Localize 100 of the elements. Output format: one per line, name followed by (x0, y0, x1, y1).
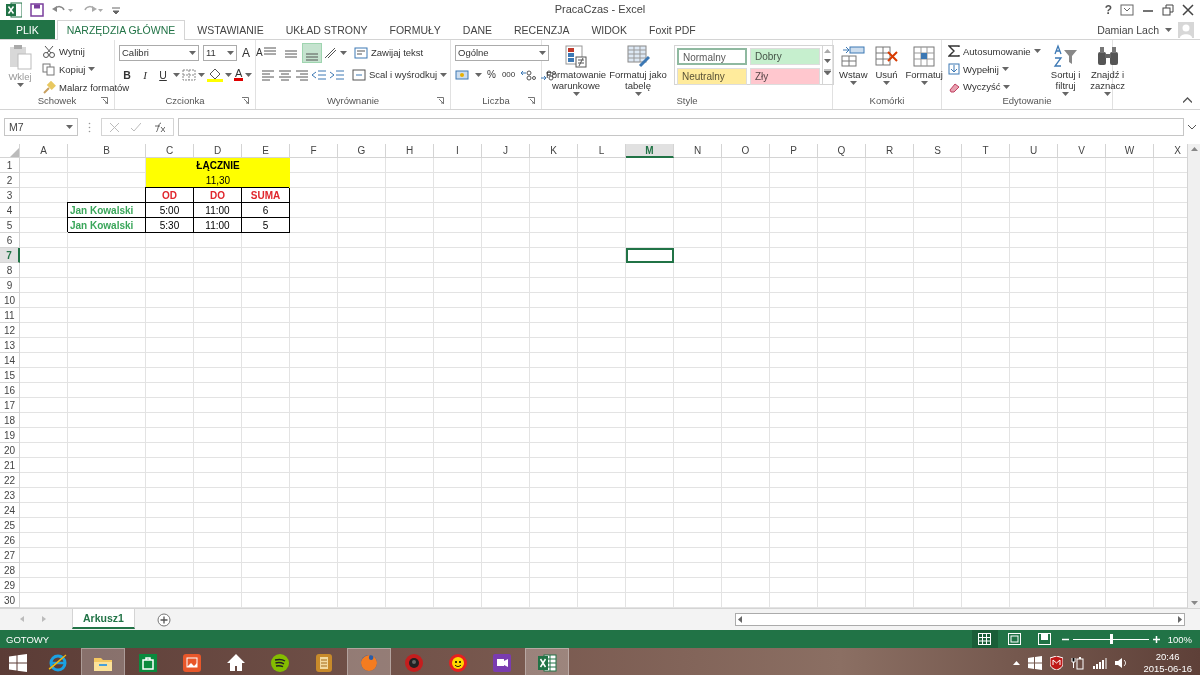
save-icon[interactable] (30, 3, 44, 17)
cell-styles-gallery[interactable]: Normalny Dobry Neutralny Zły (674, 45, 823, 85)
row-header[interactable]: 6 (0, 233, 20, 248)
shield-icon[interactable] (1050, 655, 1064, 670)
browser-icon[interactable] (48, 652, 68, 673)
house-icon[interactable] (226, 652, 246, 673)
text-orientation-icon[interactable] (323, 45, 339, 60)
row-header[interactable]: 9 (0, 278, 20, 293)
expand-formula-bar-icon[interactable] (1188, 124, 1196, 130)
active-cell[interactable] (626, 248, 674, 263)
percent-button[interactable]: % (486, 69, 497, 80)
column-header[interactable]: C (146, 144, 194, 158)
row-header[interactable]: 3 (0, 188, 20, 203)
row-header[interactable]: 20 (0, 443, 20, 458)
zoom-in-icon[interactable] (1152, 635, 1160, 643)
row-header[interactable]: 21 (0, 458, 20, 473)
font-name-dropdown[interactable]: Calibri (119, 44, 199, 61)
cut-button[interactable]: Wytnij (40, 43, 87, 59)
cell-style-option[interactable]: Normalny (677, 48, 747, 65)
page-break-icon[interactable] (1038, 633, 1052, 645)
format-button[interactable]: Formatuj (903, 43, 945, 95)
music-circle-icon[interactable] (270, 652, 290, 673)
dialog-launcher-icon[interactable] (528, 97, 535, 104)
name-box[interactable]: M7 (4, 118, 78, 136)
cell-style-option[interactable]: Neutralny (677, 68, 747, 85)
row-header[interactable]: 24 (0, 503, 20, 518)
vertical-scroll-bar[interactable] (1187, 144, 1200, 608)
row-header[interactable]: 28 (0, 563, 20, 578)
cell-style-option[interactable]: Zły (750, 68, 820, 85)
format-painter-button[interactable]: Malarz formatów (40, 79, 132, 95)
row-header[interactable]: 25 (0, 518, 20, 533)
formula-input-field[interactable] (178, 118, 1184, 136)
font-size-dropdown[interactable]: 11 (203, 44, 237, 61)
row-header[interactable]: 12 (0, 323, 20, 338)
row-header[interactable]: 23 (0, 488, 20, 503)
sort-filter-button[interactable]: Sortuj i filtruj (1046, 43, 1085, 95)
column-header[interactable]: P (770, 144, 818, 158)
thousands-separator-button[interactable]: 000 (500, 70, 517, 79)
media-player-icon[interactable] (492, 652, 512, 673)
conditional-formatting-button[interactable]: Formatowanie warunkowe (546, 43, 606, 95)
column-header[interactable]: F (290, 144, 338, 158)
row-header[interactable]: 17 (0, 398, 20, 413)
autosum-button[interactable]: Autosumowanie (946, 43, 1043, 60)
column-header[interactable]: H (386, 144, 434, 158)
column-header[interactable]: Q (818, 144, 866, 158)
row-header[interactable]: 18 (0, 413, 20, 428)
column-header[interactable]: I (434, 144, 482, 158)
horizontal-scroll-bar[interactable] (735, 613, 1185, 626)
clear-button[interactable]: Wyczyść (946, 78, 1013, 95)
webcam-icon[interactable] (404, 652, 424, 673)
ribbon-tab[interactable]: FORMUŁY (379, 20, 451, 39)
find-select-button[interactable]: Znajdź i zaznacz (1088, 43, 1127, 95)
smiley-face-icon[interactable] (448, 652, 468, 673)
column-header[interactable]: A (20, 144, 68, 158)
wrap-text-button[interactable]: Zawijaj tekst (352, 45, 426, 60)
grow-font-button[interactable]: A (241, 45, 251, 60)
row-header[interactable]: 10 (0, 293, 20, 308)
spreadsheet-app-icon[interactable] (537, 652, 557, 673)
ribbon-tab[interactable]: WSTAWIANIE (187, 20, 274, 39)
column-header[interactable]: M (626, 144, 674, 158)
row-header[interactable]: 29 (0, 578, 20, 593)
dialog-launcher-icon[interactable] (242, 97, 249, 104)
ribbon-tab[interactable]: DANE (452, 20, 502, 39)
windows-start-icon[interactable] (9, 653, 27, 672)
windows-logo-icon[interactable] (1028, 655, 1043, 670)
shrink-font-button[interactable]: A (255, 47, 264, 58)
dialog-launcher-icon[interactable] (437, 97, 444, 104)
normal-view-icon[interactable] (978, 633, 992, 645)
column-header[interactable]: V (1058, 144, 1106, 158)
signal-bars-icon[interactable] (1093, 656, 1108, 669)
column-header[interactable]: R (866, 144, 914, 158)
shopping-bag-icon[interactable] (138, 652, 158, 673)
column-header[interactable]: U (1010, 144, 1058, 158)
ribbon-display-icon[interactable] (1120, 4, 1134, 16)
row-header[interactable]: 2 (0, 173, 20, 188)
battery-plug-icon[interactable] (1071, 655, 1086, 670)
row-header[interactable]: 30 (0, 593, 20, 608)
ribbon-tab[interactable]: Foxit PDF (639, 20, 706, 39)
ribbon-tab[interactable]: PLIK (0, 20, 55, 39)
help-button[interactable]: ? (1104, 3, 1112, 17)
column-header[interactable]: N (674, 144, 722, 158)
row-header[interactable]: 4 (0, 203, 20, 218)
zoom-percentage[interactable]: 100% (1159, 633, 1200, 645)
column-header[interactable]: K (530, 144, 578, 158)
italic-button[interactable]: I (137, 68, 153, 81)
picture-icon[interactable] (182, 652, 202, 673)
customize-toolbar-icon[interactable] (112, 6, 120, 14)
row-header[interactable]: 14 (0, 353, 20, 368)
speaker-icon[interactable] (1115, 656, 1128, 669)
dialog-launcher-icon[interactable] (101, 97, 108, 104)
merge-center-button[interactable]: Scal i wyśrodkuj (350, 67, 450, 82)
column-header[interactable]: W (1106, 144, 1154, 158)
underline-button[interactable]: U (155, 68, 171, 81)
column-header[interactable]: G (338, 144, 386, 158)
page-layout-icon[interactable] (1008, 633, 1022, 645)
column-header[interactable]: D (194, 144, 242, 158)
zoom-slider-thumb[interactable] (1109, 634, 1113, 644)
column-header[interactable]: S (914, 144, 962, 158)
row-header[interactable]: 19 (0, 428, 20, 443)
close-icon[interactable] (1182, 4, 1194, 16)
